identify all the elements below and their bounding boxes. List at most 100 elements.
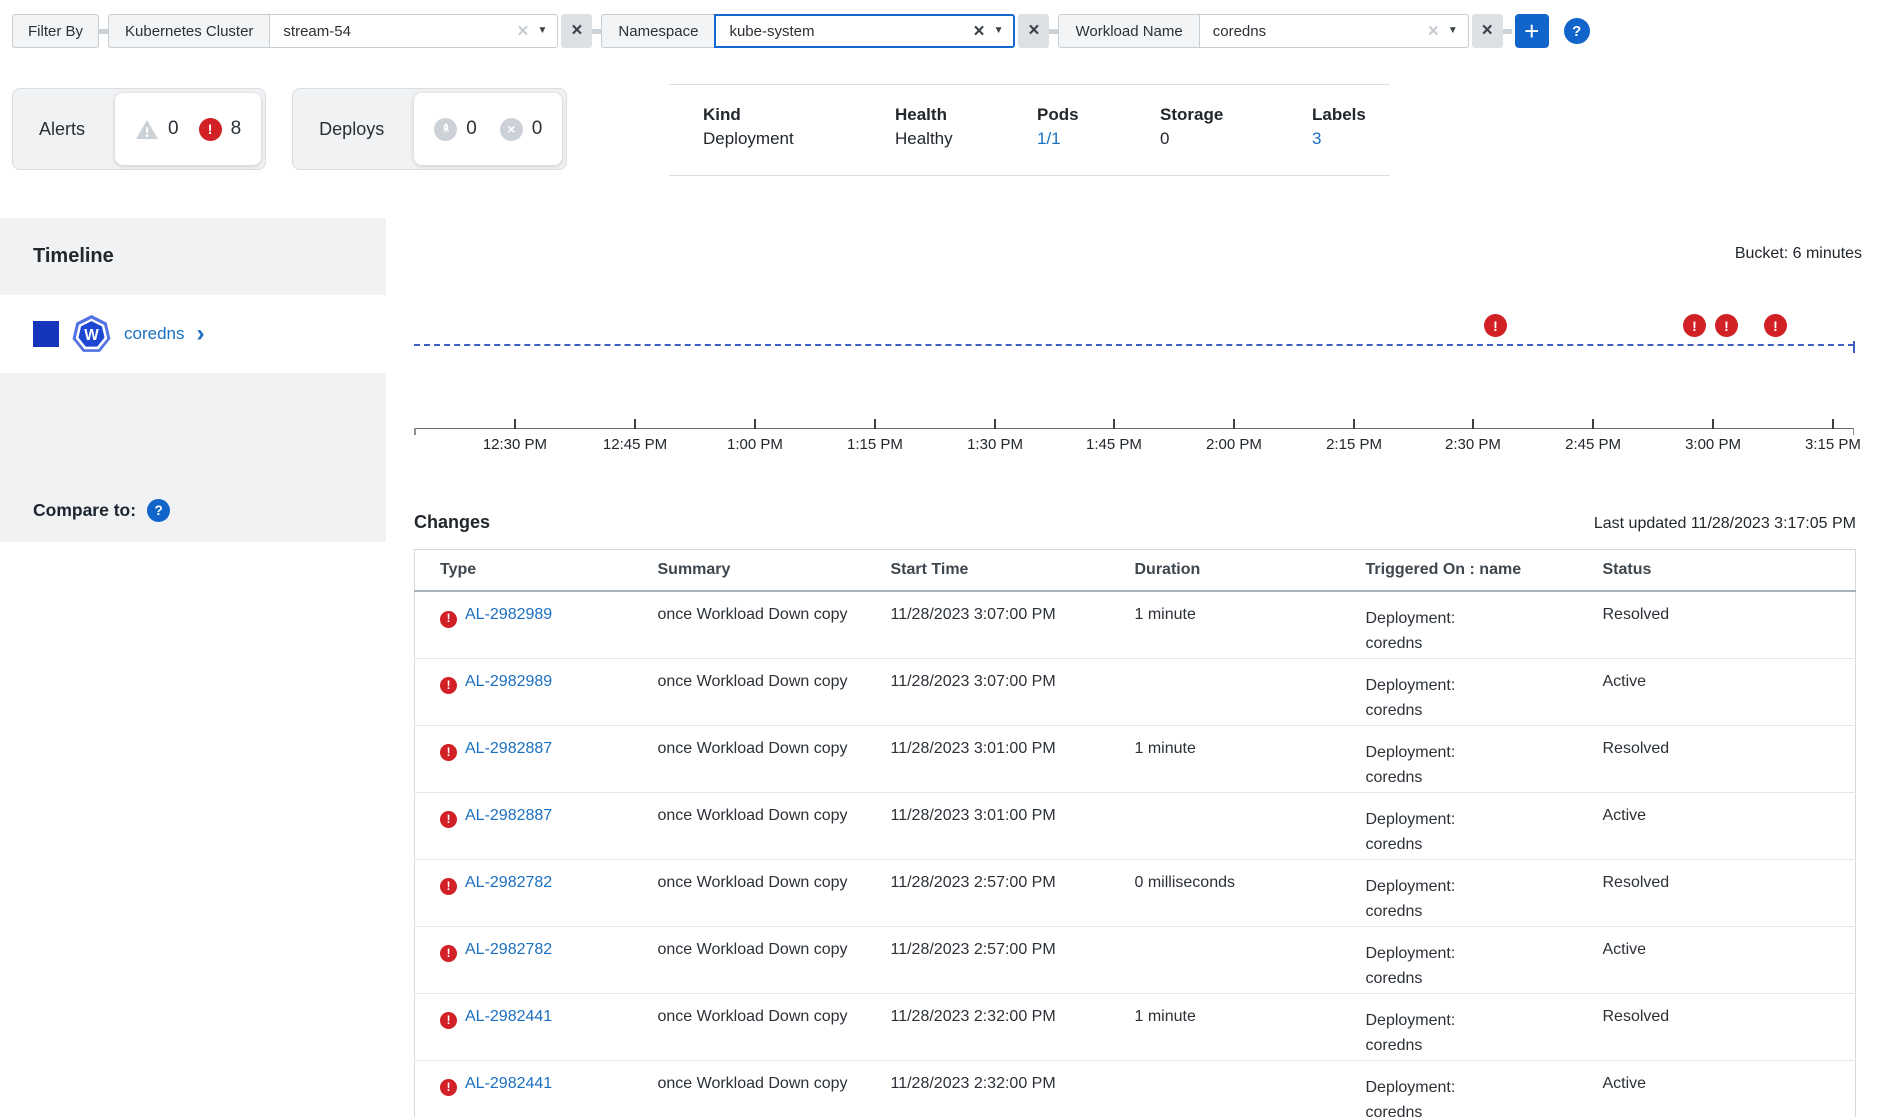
type-cell: !AL-2982782 <box>415 926 658 993</box>
compare-to-label: Compare to: <box>33 500 136 521</box>
status-cell: Active <box>1603 1060 1856 1117</box>
summary-field-value: 0 <box>1160 129 1312 149</box>
alert-marker-icon[interactable]: ! <box>1683 314 1706 337</box>
series-color-swatch <box>33 321 59 347</box>
axis-tick-label: 2:00 PM <box>1206 436 1262 453</box>
triggered-name: coredns <box>1366 899 1595 924</box>
deploys-card[interactable]: Deploys 0 × 0 <box>292 88 567 170</box>
change-row: !AL-2982989 once Workload Down copy 11/2… <box>415 658 1856 725</box>
add-filter-button[interactable]: + <box>1515 14 1549 48</box>
filter-field-label: Kubernetes Cluster <box>108 14 270 48</box>
status-cell: Active <box>1603 926 1856 993</box>
type-cell: !AL-2982441 <box>415 993 658 1060</box>
alert-id-link[interactable]: AL-2982782 <box>465 941 552 958</box>
axis-tick <box>1472 419 1474 429</box>
remove-filter-button[interactable]: × <box>561 14 592 48</box>
alert-marker-icon[interactable]: ! <box>1715 314 1738 337</box>
change-row: !AL-2982887 once Workload Down copy 11/2… <box>415 725 1856 792</box>
filter-value-dropdown[interactable]: coredns × ▼ <box>1199 14 1469 48</box>
type-cell: !AL-2982441 <box>415 1060 658 1117</box>
summary-field-value[interactable]: 3 <box>1312 129 1390 149</box>
triggered-name: coredns <box>1366 832 1595 857</box>
axis-tick <box>1233 419 1235 429</box>
alert-id-link[interactable]: AL-2982441 <box>465 1008 552 1025</box>
start-time-cell: 11/28/2023 2:32:00 PM <box>891 993 1135 1060</box>
clear-value-icon[interactable]: × <box>1428 22 1439 41</box>
compare-to-block: Compare to: ? <box>0 373 386 542</box>
filter-group: Namespace kube-system × ▼ × <box>601 14 1049 48</box>
axis-tick <box>1832 419 1834 429</box>
alert-id-link[interactable]: AL-2982887 <box>465 807 552 824</box>
filter-field-label: Namespace <box>601 14 715 48</box>
filter-field-label: Workload Name <box>1058 14 1199 48</box>
alert-id-link[interactable]: AL-2982887 <box>465 740 552 757</box>
column-header[interactable]: Summary <box>658 550 891 592</box>
dropdown-caret-icon[interactable]: ▼ <box>994 26 1004 36</box>
column-header[interactable]: Duration <box>1135 550 1366 592</box>
triggered-kind: Deployment: <box>1366 1008 1595 1033</box>
warning-alert-count: 0 <box>168 118 179 140</box>
changes-table: Type Summary Start Time Duration Trigger… <box>414 549 1856 1117</box>
summary-cell: once Workload Down copy <box>658 591 891 658</box>
remove-filter-button[interactable]: × <box>1018 14 1049 48</box>
workload-summary-panel: Kind Deployment Health Healthy Pods 1/1 … <box>669 84 1390 176</box>
column-header[interactable]: Status <box>1603 550 1856 592</box>
duration-cell <box>1135 1060 1366 1117</box>
duration-cell: 1 minute <box>1135 591 1366 658</box>
filter-value-dropdown[interactable]: stream-54 × ▼ <box>269 14 558 48</box>
status-cell: Resolved <box>1603 859 1856 926</box>
alert-id-link[interactable]: AL-2982441 <box>465 1075 552 1092</box>
filter-selected-value: kube-system <box>729 23 961 40</box>
summary-cell: once Workload Down copy <box>658 993 891 1060</box>
change-row: !AL-2982989 once Workload Down copy 11/2… <box>415 591 1856 658</box>
clear-value-icon[interactable]: × <box>973 22 984 41</box>
dropdown-caret-icon[interactable]: ▼ <box>538 26 548 36</box>
alert-severity-icon: ! <box>440 744 457 761</box>
alert-id-link[interactable]: AL-2982989 <box>465 673 552 690</box>
alerts-card[interactable]: Alerts 0 ! 8 <box>12 88 266 170</box>
summary-field-label: Health <box>895 105 1037 125</box>
alert-marker-glyph: ! <box>1724 318 1729 334</box>
workload-link[interactable]: coredns <box>124 324 184 344</box>
alert-marker-glyph: ! <box>1773 318 1778 334</box>
help-icon[interactable]: ? <box>1564 18 1590 44</box>
changes-title: Changes <box>414 512 490 533</box>
alert-marker-glyph: ! <box>1493 318 1498 334</box>
duration-cell: 1 minute <box>1135 993 1366 1060</box>
status-cell: Resolved <box>1603 993 1856 1060</box>
type-cell: !AL-2982989 <box>415 658 658 725</box>
failed-deploy-count: 0 <box>532 118 543 140</box>
summary-field-value: Healthy <box>895 129 1037 149</box>
alert-id-link[interactable]: AL-2982782 <box>465 874 552 891</box>
filter-value-dropdown[interactable]: kube-system × ▼ <box>714 14 1015 48</box>
filter-connector <box>592 29 601 34</box>
triggered-name: coredns <box>1366 631 1595 656</box>
timeline-title: Timeline <box>33 245 114 268</box>
chevron-right-icon[interactable]: › <box>196 324 204 343</box>
alert-id-link[interactable]: AL-2982989 <box>465 606 552 623</box>
axis-tick <box>874 419 876 429</box>
alert-marker-icon[interactable]: ! <box>1484 314 1507 337</box>
compare-help-icon[interactable]: ? <box>147 499 170 522</box>
column-header[interactable]: Type <box>415 550 658 592</box>
change-row: !AL-2982782 once Workload Down copy 11/2… <box>415 859 1856 926</box>
summary-field-value[interactable]: 1/1 <box>1037 129 1160 149</box>
changes-header-row: Type Summary Start Time Duration Trigger… <box>415 550 1856 592</box>
timeline-dashed-track <box>414 344 1854 346</box>
change-row: !AL-2982441 once Workload Down copy 11/2… <box>415 1060 1856 1117</box>
duration-cell: 1 minute <box>1135 725 1366 792</box>
filter-connector <box>1503 29 1512 34</box>
triggered-name: coredns <box>1366 1100 1595 1117</box>
critical-alert-count: 8 <box>231 118 242 140</box>
column-header[interactable]: Triggered On : name <box>1366 550 1603 592</box>
remove-filter-button[interactable]: × <box>1472 14 1503 48</box>
alerts-card-label: Alerts <box>13 119 111 140</box>
triggered-name: coredns <box>1366 1033 1595 1058</box>
dropdown-caret-icon[interactable]: ▼ <box>1448 26 1458 36</box>
filter-group: Workload Name coredns × ▼ × <box>1058 14 1502 48</box>
alert-severity-icon: ! <box>440 811 457 828</box>
column-header[interactable]: Start Time <box>891 550 1135 592</box>
clear-value-icon[interactable]: × <box>517 22 528 41</box>
filter-by-button[interactable]: Filter By <box>12 14 99 48</box>
alert-marker-icon[interactable]: ! <box>1764 314 1787 337</box>
